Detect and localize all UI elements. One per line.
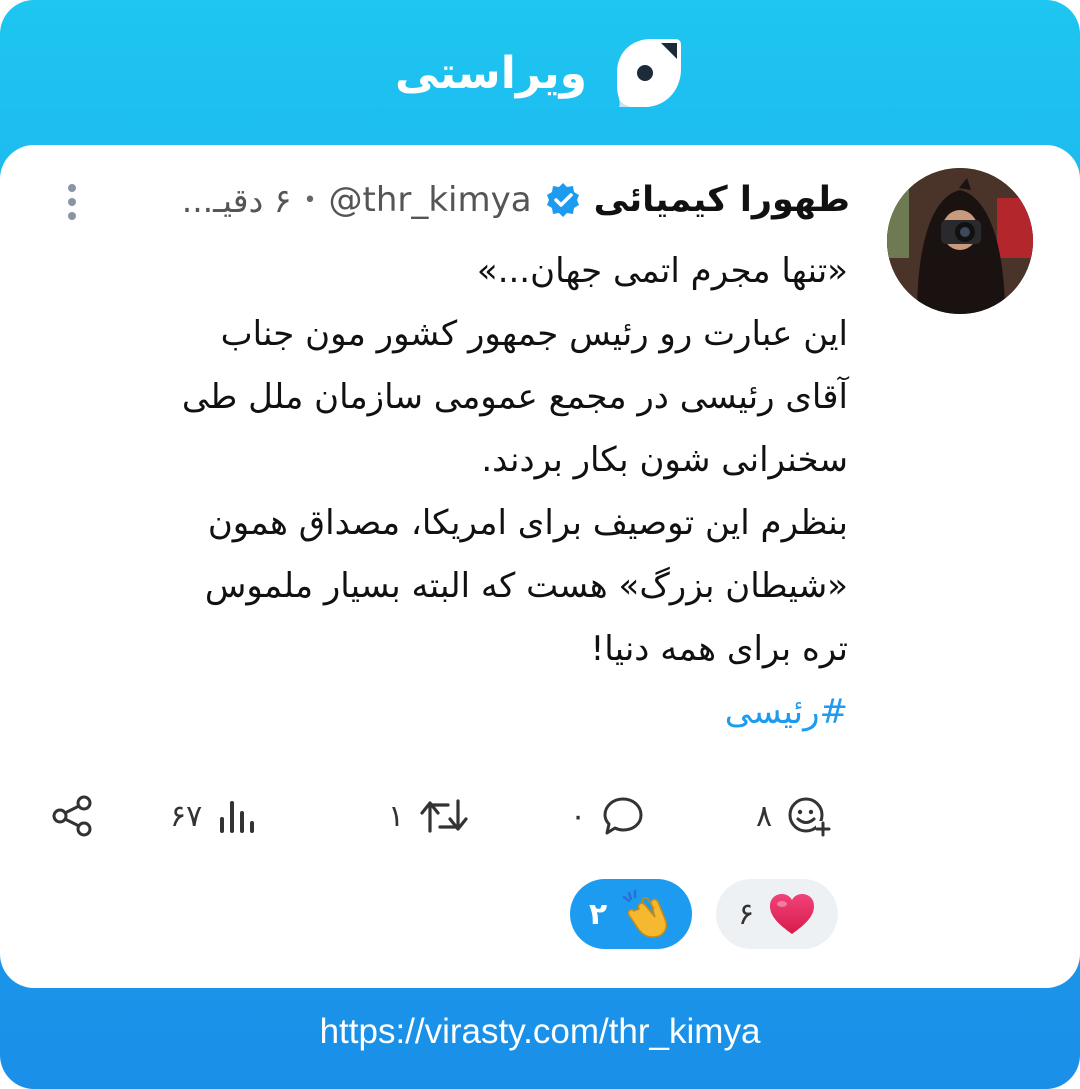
hashtag-link[interactable]: #رئیسی — [58, 681, 848, 744]
views-count: ۶۷ — [170, 798, 203, 834]
post-line: این عبارت رو رئیس جمهور کشور مون جناب — [220, 314, 848, 354]
post-line: «تنها مجرم اتمی جهان...» — [476, 251, 848, 291]
comment-icon — [603, 797, 643, 835]
clap-reaction-pill[interactable]: ۲ — [570, 879, 692, 949]
repost-button[interactable]: ۱ — [388, 786, 470, 846]
virasty-logo-icon — [617, 39, 682, 107]
post-line: تره برای همه دنیا! — [590, 629, 848, 669]
repost-icon — [420, 799, 468, 833]
brand-name: ویراستی — [394, 47, 588, 99]
author-name[interactable]: طهورا کیمیائی — [594, 180, 850, 220]
header-separator: • — [303, 187, 317, 213]
heart-count: ۶ — [737, 896, 755, 932]
verified-badge-icon — [546, 183, 579, 217]
profile-url[interactable]: https://virasty.com/thr_kimya — [0, 1012, 1080, 1052]
post-line: سخنرانی شون بکار بردند. — [481, 440, 848, 480]
replies-count: ۰ — [570, 798, 587, 834]
post-header: طهورا کیمیائی @thr_kimya • ۶ دقیـ... — [50, 170, 850, 230]
reply-button[interactable]: ۰ — [570, 786, 646, 846]
heart-icon — [770, 894, 815, 934]
add-reaction-icon — [788, 797, 831, 837]
reposts-count: ۱ — [388, 798, 405, 834]
clapping-hands-icon — [622, 889, 668, 938]
post-screenshot-frame: ویراستی طهورا کیمیائی @thr_kimya • ۶ دقی… — [0, 0, 1080, 1089]
brand-header: ویراستی — [0, 30, 1080, 116]
clap-count: ۲ — [588, 896, 608, 932]
views-chart-icon — [220, 801, 255, 833]
avatar-photo — [887, 168, 1033, 314]
share-icon — [52, 795, 92, 837]
post-line: بنظرم این توصیف برای امریکا، مصداق همون — [207, 503, 848, 543]
action-bar: ۸ ۰ ۱ ۶۷ — [0, 786, 1080, 846]
post-time[interactable]: ۶ دقیـ... — [182, 181, 292, 220]
reactions-count: ۸ — [756, 798, 773, 834]
share-button[interactable] — [50, 786, 96, 846]
add-reaction-button[interactable]: ۸ — [756, 786, 832, 846]
post-line: آقای رئیسی در مجمع عمومی سازمان ملل طی — [181, 377, 848, 417]
post-body: «تنها مجرم اتمی جهان...» این عبارت رو رئ… — [58, 240, 848, 744]
post-line: «شیطان بزرگ» هست که البته بسیار ملموس — [204, 566, 848, 606]
heart-reaction-pill[interactable]: ۶ — [716, 879, 838, 949]
more-vertical-icon[interactable] — [60, 182, 84, 222]
avatar[interactable] — [887, 168, 1033, 314]
author-handle[interactable]: @thr_kimya — [328, 180, 531, 220]
views-button[interactable]: ۶۷ — [170, 786, 256, 846]
